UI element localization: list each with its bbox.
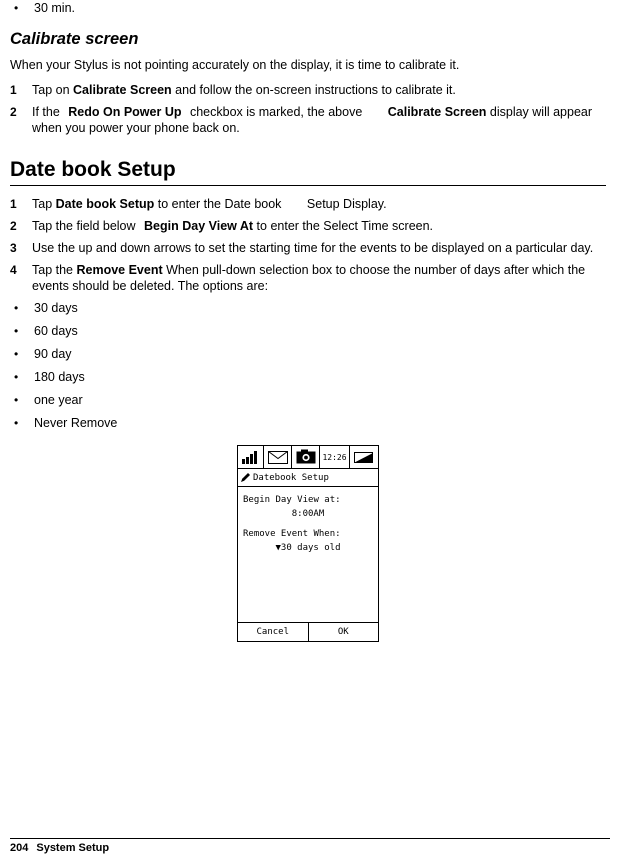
bullet-marker: • [14,347,19,361]
step-text-pre: If the [32,105,64,119]
step-text: If the Redo On Power Up checkbox is mark… [32,104,606,136]
status-bar: 12:26 [238,446,378,469]
begin-day-label: Begin Day View at: [243,495,341,505]
battery-icon [350,446,378,468]
bullet-marker: • [14,416,19,430]
list-item: • Never Remove [10,415,606,431]
step-text-mid: to enter the Date book [154,197,285,211]
footer-content: 204 System Setup [10,842,610,854]
step-text-pre: Tap the [32,263,77,277]
step-text-bold: Begin Day View At [144,219,254,233]
step-text-bold-2: Calibrate Screen [387,105,487,119]
begin-day-value[interactable]: 8:00AM [238,507,378,521]
list-item: • 60 days [10,323,606,339]
bullet-marker: • [14,393,19,407]
step-text: Tap Date book Setup to enter the Date bo… [32,196,606,212]
list-item: • 30 min. [10,0,606,16]
camera-icon [292,446,320,468]
step-text-bold: Date book Setup [55,197,155,211]
step-text-bold: Calibrate Screen [73,83,172,97]
list-item-text: 90 day [34,347,72,361]
step-item: 1 Tap on Calibrate Screen and follow the… [10,82,606,98]
envelope-icon [264,446,292,468]
pen-icon [240,472,251,483]
step-text-pre: Tap [32,197,56,211]
heading-rule [10,185,606,186]
ok-button[interactable]: OK [309,623,379,641]
list-item-text: 60 days [34,324,78,338]
list-item: • 30 days [10,300,606,316]
step-text-bold: Redo On Power Up [68,105,182,119]
footer-label: System Setup [36,842,110,854]
step-text-post: Setup Display. [306,197,387,211]
calibrate-intro-paragraph: When your Stylus is not pointing accurat… [10,58,460,72]
step-item: 1 Tap Date book Setup to enter the Date … [10,196,606,212]
phone-screen: 12:26 Datebook Setup Begin Day View at: … [237,445,379,642]
section-heading-calibrate: Calibrate screen [10,30,139,48]
bullet-marker: • [14,1,19,15]
step-text-mid: and follow the on-screen instructions to… [171,83,456,97]
list-item-text: 180 days [34,370,85,384]
bullet-marker: • [14,301,19,315]
chapter-heading-datebook: Date book Setup [10,158,176,181]
screen-body: Begin Day View at: 8:00AM Remove Event W… [238,487,378,622]
step-number: 1 [10,83,17,97]
step-text-mid: to enter the Select Time screen. [253,219,434,233]
step-text-pre: Tap on [32,83,74,97]
page-number: 204 [10,842,29,854]
list-item-text: one year [34,393,83,407]
page-footer: 204 System Setup [10,838,610,854]
step-text-pre: Tap the field below [32,219,140,233]
footer-rule [10,838,610,839]
step-number: 1 [10,197,17,211]
step-text: Tap the field below Begin Day View At to… [32,218,606,234]
step-item: 2 If the Redo On Power Up checkbox is ma… [10,104,606,136]
cancel-button[interactable]: Cancel [238,623,309,641]
list-item: • 180 days [10,369,606,385]
remove-event-value: 30 days old [280,543,341,553]
document-page: • 30 min. Calibrate screen When your Sty… [0,0,620,864]
list-item-text: 30 days [34,301,78,315]
list-item: • 90 day [10,346,606,362]
step-number: 2 [10,105,17,119]
signal-bars-icon [238,446,264,468]
screen-button-bar: Cancel OK [238,622,378,641]
step-item: 2 Tap the field below Begin Day View At … [10,218,606,234]
step-number: 3 [10,241,17,255]
status-time: 12:26 [320,446,350,468]
step-text: Tap the Remove Event When pull-down sele… [32,262,606,294]
page-content: • 30 min. Calibrate screen When your Sty… [0,0,620,642]
step-text-bold: Remove Event [76,263,163,277]
screen-title-bar: Datebook Setup [238,469,378,487]
remove-event-label: Remove Event When: [243,529,341,539]
bullet-marker: • [14,324,19,338]
step-number: 2 [10,219,17,233]
step-number: 4 [10,263,17,277]
step-text-mid: checkbox is marked, the above [186,105,366,119]
bullet-marker: • [14,370,19,384]
step-text: Tap on Calibrate Screen and follow the o… [32,82,606,98]
list-item-text: Never Remove [34,416,118,430]
screen-title-text: Datebook Setup [253,472,329,483]
list-item-text: 30 min. [34,1,75,15]
device-figure: 12:26 Datebook Setup Begin Day View at: … [10,445,606,642]
step-item: 4 Tap the Remove Event When pull-down se… [10,262,606,294]
remove-event-dropdown[interactable]: ▼30 days old [238,541,378,555]
step-item: 3 Use the up and down arrows to set the … [10,240,606,256]
list-item: • one year [10,392,606,408]
step-text: Use the up and down arrows to set the st… [32,241,594,255]
